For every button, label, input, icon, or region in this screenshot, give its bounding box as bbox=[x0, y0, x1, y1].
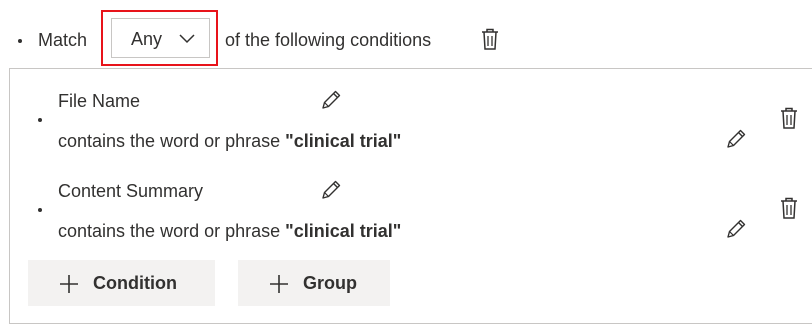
condition-name: Content Summary bbox=[58, 181, 204, 201]
match-label: Match bbox=[38, 30, 88, 50]
condition-value: "clinical trial" bbox=[285, 131, 402, 151]
trash-icon[interactable] bbox=[481, 28, 499, 50]
condition-operator: contains the word or phrase bbox=[58, 221, 281, 241]
pencil-icon[interactable] bbox=[725, 128, 747, 150]
pencil-icon[interactable] bbox=[320, 89, 342, 111]
chevron-down-icon bbox=[179, 34, 195, 44]
trash-icon[interactable] bbox=[780, 197, 798, 219]
condition-builder: Match Any of the following conditions Fi… bbox=[0, 0, 812, 332]
add-condition-button[interactable]: Condition bbox=[28, 260, 215, 306]
condition-bullet bbox=[38, 208, 42, 212]
add-group-button[interactable]: Group bbox=[238, 260, 390, 306]
add-condition-label: Condition bbox=[93, 273, 177, 293]
match-bullet bbox=[18, 39, 22, 43]
match-dropdown-field[interactable]: Any bbox=[111, 18, 210, 58]
add-group-label: Group bbox=[303, 273, 357, 293]
condition-description: contains the word or phrase "clinical tr… bbox=[58, 220, 401, 242]
condition-description: contains the word or phrase "clinical tr… bbox=[58, 130, 401, 152]
condition-value: "clinical trial" bbox=[285, 221, 402, 241]
plus-icon bbox=[60, 275, 78, 293]
match-dropdown[interactable]: Any bbox=[101, 10, 218, 66]
match-suffix-label: of the following conditions bbox=[225, 30, 432, 50]
match-dropdown-value: Any bbox=[131, 29, 163, 49]
plus-icon bbox=[270, 275, 288, 293]
condition-operator: contains the word or phrase bbox=[58, 131, 281, 151]
pencil-icon[interactable] bbox=[320, 179, 342, 201]
condition-name: File Name bbox=[58, 91, 141, 111]
condition-bullet bbox=[38, 118, 42, 122]
trash-icon[interactable] bbox=[780, 107, 798, 129]
pencil-icon[interactable] bbox=[725, 218, 747, 240]
